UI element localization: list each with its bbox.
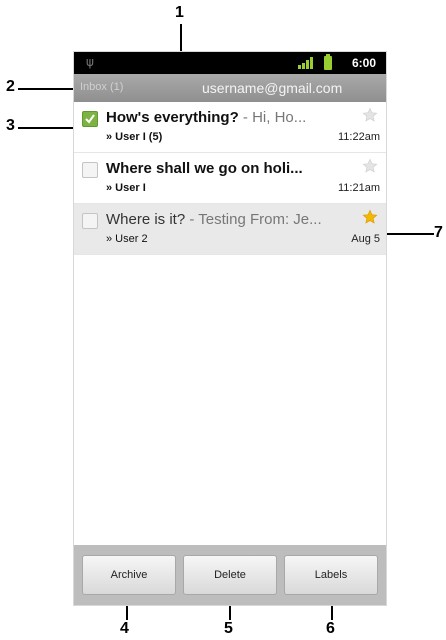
inbox-label[interactable]: Inbox (1): [80, 81, 123, 93]
message-subject-line: How's everything? - Hi, Ho...: [106, 109, 346, 126]
message-sender: » User 2: [106, 233, 148, 245]
message-row[interactable]: Where is it? - Testing From: Je... » Use…: [74, 204, 386, 255]
action-bar: Archive Delete Labels: [74, 545, 386, 605]
status-time: 6:00: [351, 56, 376, 70]
title-bar: Inbox (1) username@gmail.com: [74, 74, 386, 102]
message-list: How's everything? - Hi, Ho... » User I (…: [74, 102, 386, 255]
star-icon[interactable]: [362, 158, 378, 174]
message-subject: Where is it?: [106, 211, 186, 228]
message-subject: Where shall we go on holi...: [106, 160, 303, 177]
message-subject-line: Where is it? - Testing From: Je...: [106, 211, 346, 228]
message-checkbox[interactable]: [82, 213, 98, 229]
message-row[interactable]: Where shall we go on holi... » User I 11…: [74, 153, 386, 204]
callout-6: 6: [326, 620, 335, 637]
message-time: Aug 5: [351, 233, 380, 245]
callout-7: 7: [434, 224, 443, 241]
delete-button[interactable]: Delete: [183, 555, 277, 595]
message-subject-line: Where shall we go on holi...: [106, 160, 346, 177]
callout-4: 4: [120, 620, 129, 637]
status-bar: ψ 6:00: [74, 52, 386, 74]
star-icon[interactable]: [362, 107, 378, 123]
usb-icon: ψ: [86, 55, 94, 69]
message-subject: How's everything?: [106, 109, 239, 126]
callout-2: 2: [6, 78, 15, 95]
account-email: username@gmail.com: [202, 80, 343, 96]
callout-3: 3: [6, 117, 15, 134]
message-time: 11:21am: [338, 182, 380, 194]
message-sender: » User I: [106, 182, 146, 194]
message-row[interactable]: How's everything? - Hi, Ho... » User I (…: [74, 102, 386, 153]
message-checkbox[interactable]: [82, 162, 98, 178]
star-icon-active[interactable]: [362, 209, 378, 225]
checkmark-icon: [85, 114, 95, 124]
callout-1: 1: [175, 4, 184, 21]
message-snippet: - Testing From: Je...: [185, 211, 322, 228]
message-checkbox[interactable]: [82, 111, 98, 127]
callout-5: 5: [224, 620, 233, 637]
signal-icon: [298, 57, 313, 69]
message-sender: » User I (5): [106, 131, 163, 143]
message-snippet: - Hi, Ho...: [238, 109, 307, 126]
callout-3-line: [18, 127, 82, 129]
phone-screen: ψ 6:00 Inbox (1) username@gmail.com How'…: [74, 52, 386, 605]
archive-button[interactable]: Archive: [82, 555, 176, 595]
battery-icon: [324, 54, 332, 70]
labels-button[interactable]: Labels: [284, 555, 378, 595]
message-time: 11:22am: [338, 131, 380, 143]
